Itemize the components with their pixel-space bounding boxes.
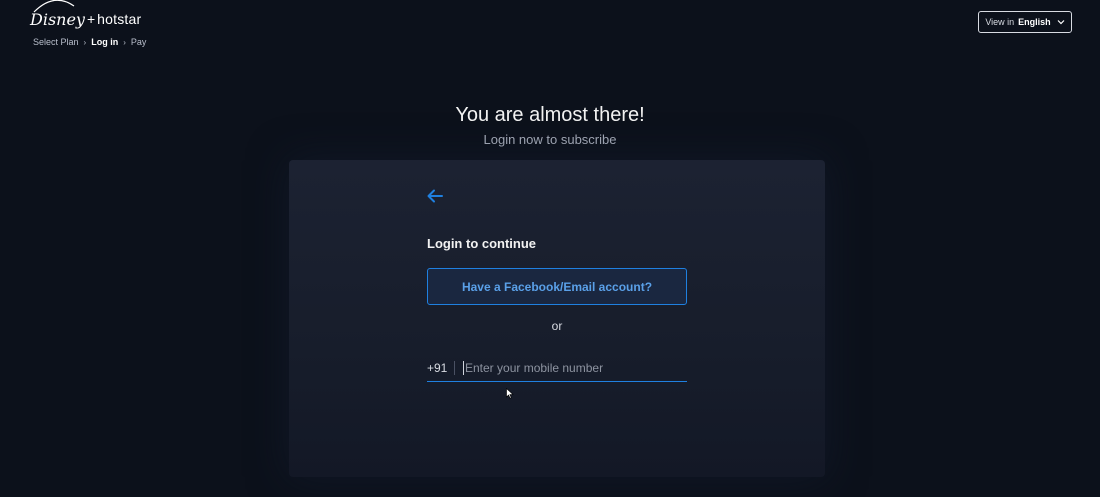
phone-number-field: +91 <box>427 355 687 382</box>
or-divider-text: or <box>551 319 563 333</box>
disney-hotstar-logo[interactable]: Disney + hotstar <box>30 0 142 32</box>
chevron-right-icon: › <box>123 37 126 47</box>
logo-plus-text: + <box>86 11 96 27</box>
chevron-down-icon <box>1057 20 1065 25</box>
mouse-cursor-icon <box>506 388 514 399</box>
field-divider <box>454 361 455 375</box>
logo-arc-icon <box>33 0 75 13</box>
login-card: Login to continue Have a Facebook/Email … <box>289 160 825 477</box>
country-code[interactable]: +91 <box>427 361 454 375</box>
page-subtitle: Login now to subscribe <box>483 132 617 147</box>
language-value: English <box>1018 17 1051 27</box>
mobile-number-input[interactable] <box>463 361 687 375</box>
facebook-email-account-button[interactable]: Have a Facebook/Email account? <box>427 268 687 305</box>
logo-hotstar-text: hotstar <box>97 11 142 27</box>
breadcrumb-select-plan[interactable]: Select Plan <box>33 37 79 47</box>
breadcrumb-log-in: Log in <box>91 37 119 47</box>
page-title: You are almost there! <box>455 104 645 126</box>
language-prefix: View in <box>985 17 1015 27</box>
login-heading: Login to continue <box>427 236 537 251</box>
chevron-right-icon: › <box>83 37 87 47</box>
breadcrumb-pay: Pay <box>130 37 147 47</box>
breadcrumb: Select Plan › Log in › Pay <box>33 37 146 47</box>
language-selector-button[interactable]: View in English <box>978 11 1072 33</box>
arrow-left-icon[interactable] <box>426 188 444 204</box>
